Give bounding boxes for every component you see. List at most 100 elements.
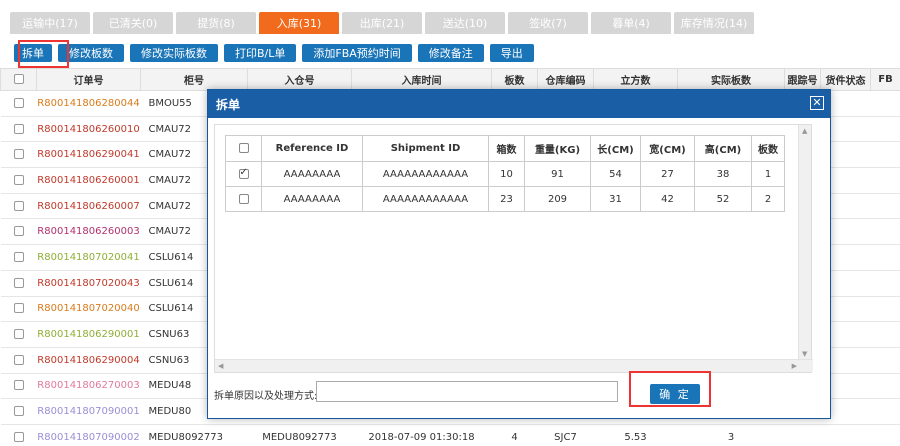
column-header: 高(CM) (694, 135, 752, 162)
reason-input[interactable] (316, 381, 618, 402)
cell-order[interactable]: R800141806260010 (36, 116, 141, 143)
row-checkbox[interactable] (13, 406, 24, 417)
horizontal-scrollbar[interactable]: ◀ ▶ (215, 359, 813, 372)
row-checkbox-cell[interactable] (0, 116, 37, 143)
cell-order[interactable]: R800141806290001 (36, 321, 141, 348)
cell-order[interactable]: R800141806270003 (36, 373, 141, 400)
scroll-down-icon[interactable]: ▼ (802, 350, 807, 358)
close-icon[interactable]: ✕ (810, 96, 824, 110)
split-order-dialog: 拆单 ✕ Reference ID Shipment ID 箱数 重量(KG) 长(CM… (207, 89, 831, 419)
cell-weight: 209 (524, 186, 591, 212)
scroll-up-icon[interactable]: ▲ (802, 127, 807, 135)
shipment-table: Reference ID Shipment ID 箱数 重量(KG) 长(CM) 宽(CM… (225, 135, 785, 212)
cell-order[interactable]: R800141807020043 (36, 270, 141, 297)
row-checkbox[interactable] (238, 167, 249, 179)
row-checkbox[interactable] (13, 251, 24, 262)
row-checkbox-cell[interactable] (225, 161, 262, 187)
row-checkbox[interactable] (13, 97, 24, 108)
select-all-cell[interactable] (0, 68, 37, 91)
highlight-split-button (18, 40, 69, 68)
row-checkbox-cell[interactable] (0, 296, 37, 323)
row-checkbox[interactable] (13, 123, 24, 134)
row-checkbox-cell[interactable] (0, 347, 37, 374)
row-checkbox-cell[interactable] (0, 321, 37, 348)
scroll-left-icon[interactable]: ◀ (218, 362, 223, 370)
row-checkbox[interactable] (13, 380, 24, 391)
dialog-table-container: Reference ID Shipment ID 箱数 重量(KG) 长(CM) 宽(CM… (214, 124, 813, 373)
shipment-row[interactable]: AAAAAAAAAAAAAAAAAAAA10915427381 (225, 161, 785, 187)
cell-boxes: 10 (488, 161, 525, 187)
column-header: Reference ID (261, 135, 363, 162)
row-checkbox[interactable] (13, 277, 24, 288)
row-checkbox-cell[interactable] (0, 424, 37, 446)
cell-order[interactable]: R800141807020040 (36, 296, 141, 323)
cell-empty (870, 141, 900, 169)
row-checkbox[interactable] (13, 200, 24, 211)
tab-6[interactable]: 签收(7) (508, 12, 588, 34)
tab-4[interactable]: 出库(21) (342, 12, 422, 34)
column-header: 重量(KG) (524, 135, 591, 162)
row-checkbox-cell[interactable] (0, 141, 37, 169)
column-header: 订单号 (36, 68, 141, 91)
cell-order[interactable]: R800141807020041 (36, 244, 141, 271)
column-header: 长(CM) (590, 135, 641, 162)
cell-order[interactable]: R800141807090002 (36, 424, 141, 446)
tab-0[interactable]: 运输中(17) (10, 12, 90, 34)
tab-8[interactable]: 库存情况(14) (674, 12, 754, 34)
cell-empty (870, 167, 900, 194)
row-checkbox[interactable] (13, 303, 24, 314)
add-fba-time-button[interactable]: 添加FBA预约时间 (302, 44, 412, 62)
column-header: Shipment ID (362, 135, 489, 162)
row-checkbox[interactable] (13, 354, 24, 365)
row-checkbox[interactable] (13, 226, 24, 237)
cell-order[interactable]: R800141806280044 (36, 90, 141, 117)
row-checkbox[interactable] (13, 149, 24, 160)
row-checkbox[interactable] (13, 174, 24, 185)
column-header: 仓库编码 (537, 68, 594, 91)
print-bl-button[interactable]: 打印B/L单 (224, 44, 297, 62)
tab-7[interactable]: 暮单(4) (591, 12, 671, 34)
row-checkbox-cell[interactable] (0, 270, 37, 297)
scroll-right-icon[interactable]: ▶ (792, 362, 797, 370)
cell-order[interactable]: R800141806260007 (36, 193, 141, 220)
cell-width: 27 (640, 161, 695, 187)
cell-empty (820, 424, 871, 446)
row-checkbox[interactable] (238, 193, 249, 204)
row-checkbox[interactable] (13, 329, 24, 340)
cell-order[interactable]: R800141806290004 (36, 347, 141, 374)
cell-empty (870, 373, 900, 400)
export-button[interactable]: 导出 (489, 44, 534, 62)
select-all-checkbox[interactable] (238, 143, 249, 153)
row-checkbox-cell[interactable] (0, 244, 37, 271)
shipment-row[interactable]: AAAAAAAA AAAAAAAAAAAA 23 209 31 42 52 2 (225, 186, 785, 212)
row-checkbox-cell[interactable] (0, 193, 37, 220)
row-checkbox-cell[interactable] (0, 167, 37, 194)
row-checkbox-cell[interactable] (225, 186, 262, 212)
cell-order[interactable]: R800141806260001 (36, 167, 141, 194)
vertical-scrollbar[interactable]: ▲ ▼ (798, 125, 811, 360)
row-checkbox[interactable] (13, 431, 24, 442)
cell-empty (870, 244, 900, 271)
dialog-header: 拆单 ✕ (208, 90, 830, 118)
edit-note-button[interactable]: 修改备注 (417, 44, 484, 62)
row-checkbox-cell[interactable] (0, 218, 37, 246)
table-row[interactable]: R800141807090002 MEDU8092773 MEDU8092773 20… (0, 424, 900, 446)
edit-actual-pallets-button[interactable]: 修改实际板数 (130, 44, 218, 62)
select-all-cell[interactable] (225, 135, 262, 162)
cell-order[interactable]: R800141806260003 (36, 218, 141, 246)
tab-1[interactable]: 已清关(0) (93, 12, 173, 34)
dialog-title: 拆单 (216, 97, 241, 112)
row-checkbox-cell[interactable] (0, 398, 37, 425)
cell-order[interactable]: R800141807090001 (36, 398, 141, 425)
row-checkbox-cell[interactable] (0, 373, 37, 400)
tab-2[interactable]: 提货(8) (176, 12, 256, 34)
row-checkbox-cell[interactable] (0, 90, 37, 117)
tab-5[interactable]: 送达(10) (425, 12, 505, 34)
cell-empty (870, 321, 900, 348)
cell-order[interactable]: R800141806290041 (36, 141, 141, 169)
cell-boxes: 23 (488, 186, 525, 212)
select-all-checkbox[interactable] (13, 74, 24, 84)
cell-empty (870, 193, 900, 220)
tab-3[interactable]: 入库(31) (259, 12, 339, 34)
column-header: 入库时间 (351, 68, 492, 91)
